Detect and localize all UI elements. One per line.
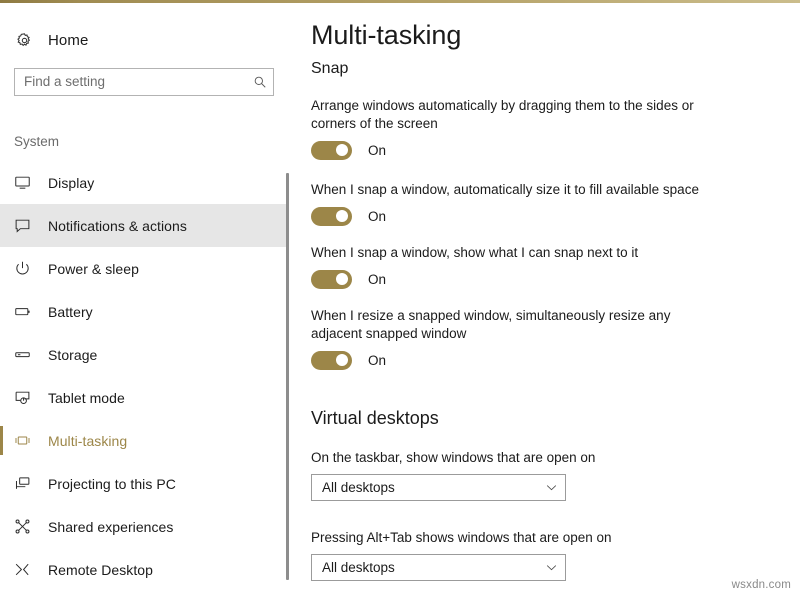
sidebar-item-remote-desktop[interactable]: Remote Desktop [0,548,288,591]
toggle-show-snap-suggestions[interactable] [311,270,352,289]
toggle-state-label: On [368,209,387,224]
virtual-desktops-section-heading: Virtual desktops [311,408,439,428]
settings-window: Home Find a setting System Display Notif… [0,0,800,598]
sidebar-item-storage[interactable]: Storage [0,333,288,376]
setting-description: Arrange windows automatically by draggin… [311,98,694,131]
toggle-row: On [311,270,711,289]
power-icon [14,259,36,279]
sidebar-item-shared-experiences[interactable]: Shared experiences [0,505,288,548]
toggle-knob [336,354,348,366]
toggle-resize-adjacent[interactable] [311,351,352,370]
toggle-arrange-windows[interactable] [311,141,352,160]
remote-desktop-icon [14,560,36,580]
sidebar-item-tablet-mode[interactable]: Tablet mode [0,376,288,419]
toggle-state-label: On [368,272,387,287]
sidebar-nav-list: Display Notifications & actions Power & … [0,161,288,591]
snap-setting-show-snap-suggestions: When I snap a window, show what I can sn… [311,244,711,289]
setting-description: When I resize a snapped window, simultan… [311,308,671,341]
sidebar-item-display[interactable]: Display [0,161,288,204]
toggle-knob [336,144,348,156]
chevron-down-icon [537,561,565,574]
dropdown-alttab-show-windows[interactable]: All desktops [311,554,566,581]
sidebar-item-label: Storage [48,346,98,363]
settings-sidebar: Home Find a setting System Display Notif… [0,3,289,598]
sidebar-item-power-and-sleep[interactable]: Power & sleep [0,247,288,290]
sidebar-item-label: Shared experiences [48,518,174,535]
setting-description: When I snap a window, automatically size… [311,182,699,197]
virtual-desktops-alttab-setting: Pressing Alt+Tab shows windows that are … [311,530,711,581]
snap-setting-arrange-windows: Arrange windows automatically by draggin… [311,97,711,160]
task-view-icon [14,431,36,451]
toggle-row: On [311,141,711,160]
sidebar-item-label: Display [48,174,95,191]
dropdown-taskbar-show-windows[interactable]: All desktops [311,474,566,501]
toggle-state-label: On [368,353,387,368]
speech-bubble-icon [14,216,36,236]
sidebar-scrollbar[interactable] [286,173,289,580]
sidebar-item-label: Power & sleep [48,260,139,277]
sidebar-item-label: Remote Desktop [48,561,153,578]
sidebar-item-label: Battery [48,303,93,320]
sidebar-item-battery[interactable]: Battery [0,290,288,333]
toggle-fill-available-space[interactable] [311,207,352,226]
project-screen-icon [14,474,36,494]
battery-icon [14,302,36,322]
toggle-knob [336,273,348,285]
sidebar-item-projecting-to-this-pc[interactable]: Projecting to this PC [0,462,288,505]
sidebar-item-label: Notifications & actions [48,217,187,234]
snap-section-heading: Snap [311,60,349,77]
page-title: Multi-tasking [311,20,462,50]
sidebar-item-notifications-and-actions[interactable]: Notifications & actions [0,204,288,247]
snap-setting-fill-available-space: When I snap a window, automatically size… [311,181,711,226]
sidebar-item-label: Multi-tasking [48,432,128,449]
search-input[interactable]: Find a setting [14,68,274,96]
share-nodes-icon [14,517,36,537]
chevron-down-icon [537,481,565,494]
toggle-row: On [311,207,711,226]
toggle-row: On [311,351,681,370]
watermark: wsxdn.com [731,579,791,591]
toggle-knob [336,210,348,222]
settings-content-pane: Multi-tasking Snap Arrange windows autom… [300,3,800,598]
sidebar-item-label: Projecting to this PC [48,475,176,492]
sidebar-item-multi-tasking[interactable]: Multi-tasking [0,419,288,462]
sidebar-home-label: Home [48,31,89,49]
dropdown-selected-value: All desktops [322,560,395,575]
gear-icon [14,30,34,50]
sidebar-item-home[interactable]: Home [14,27,88,53]
search-placeholder-text: Find a setting [24,74,106,89]
snap-setting-resize-adjacent: When I resize a snapped window, simultan… [311,307,681,370]
virtual-desktops-taskbar-setting: On the taskbar, show windows that are op… [311,450,711,501]
setting-description: When I snap a window, show what I can sn… [311,245,639,260]
dropdown-label: On the taskbar, show windows that are op… [311,450,596,465]
selection-indicator [0,426,3,455]
storage-icon [14,345,36,365]
toggle-state-label: On [368,143,387,158]
tablet-mode-icon [14,388,36,408]
sidebar-section-label: System [14,134,60,149]
sidebar-item-label: Tablet mode [48,389,125,406]
dropdown-label: Pressing Alt+Tab shows windows that are … [311,530,612,545]
monitor-icon [14,173,36,193]
search-icon[interactable] [247,75,273,89]
dropdown-selected-value: All desktops [322,480,395,495]
